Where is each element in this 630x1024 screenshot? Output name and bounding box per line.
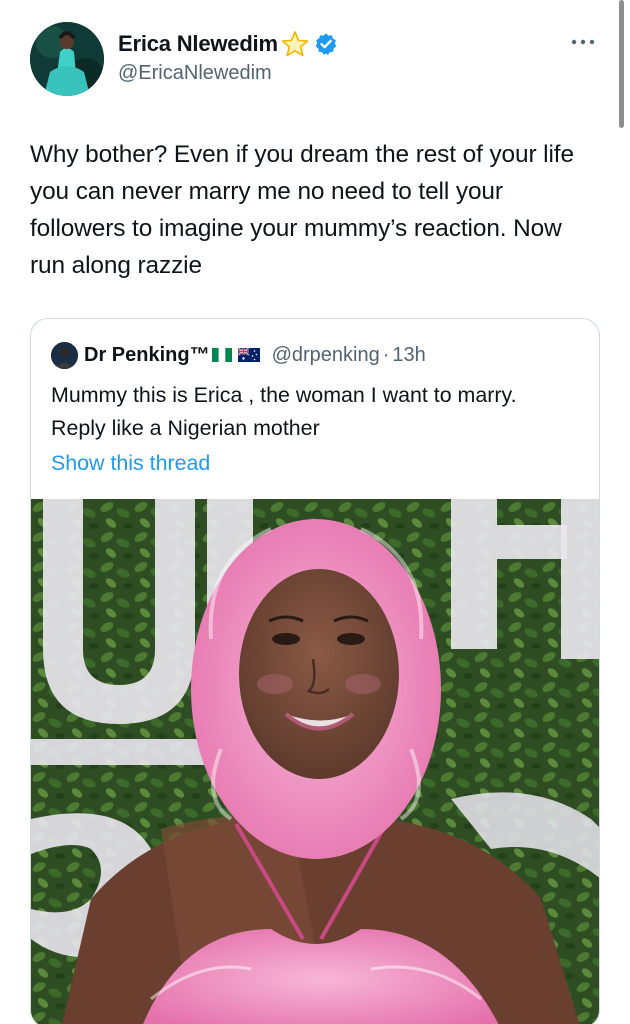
separator-dot: · — [382, 343, 390, 366]
show-thread-link[interactable]: Show this thread — [51, 451, 210, 476]
australia-flag-icon — [237, 347, 260, 362]
author-name-row: Erica Nlewedim — [118, 30, 338, 58]
verified-badge-icon — [314, 32, 338, 56]
quoted-author-avatar — [51, 341, 78, 369]
star-icon — [280, 30, 310, 58]
author-handle[interactable]: @EricaNlewedim — [118, 62, 338, 85]
quoted-handle: @drpenking — [271, 343, 380, 366]
quoted-tweet-text: Mummy this is Erica , the woman I want t… — [51, 383, 517, 440]
more-options-icon[interactable] — [570, 34, 596, 45]
author-avatar[interactable] — [30, 22, 104, 96]
tweet-header: Erica Nlewedim @EricaNlewedim — [30, 22, 600, 98]
quoted-tweet-photo[interactable] — [31, 499, 599, 1024]
nigeria-flag-icon — [211, 348, 232, 362]
quoted-tweet-card[interactable]: Dr Penking™ @drpenking · 13h Mummy this … — [30, 318, 600, 1024]
quoted-tweet-header: Dr Penking™ @drpenking · 13h — [51, 341, 426, 369]
author-info: Erica Nlewedim @EricaNlewedim — [118, 30, 338, 85]
quoted-display-name: Dr Penking™ — [84, 343, 210, 366]
author-display-name[interactable]: Erica Nlewedim — [118, 31, 278, 57]
tweet-text: Why bother? Even if you dream the rest o… — [30, 141, 574, 279]
quoted-timestamp[interactable]: 13h — [392, 344, 425, 367]
scrollbar[interactable] — [619, 0, 624, 128]
